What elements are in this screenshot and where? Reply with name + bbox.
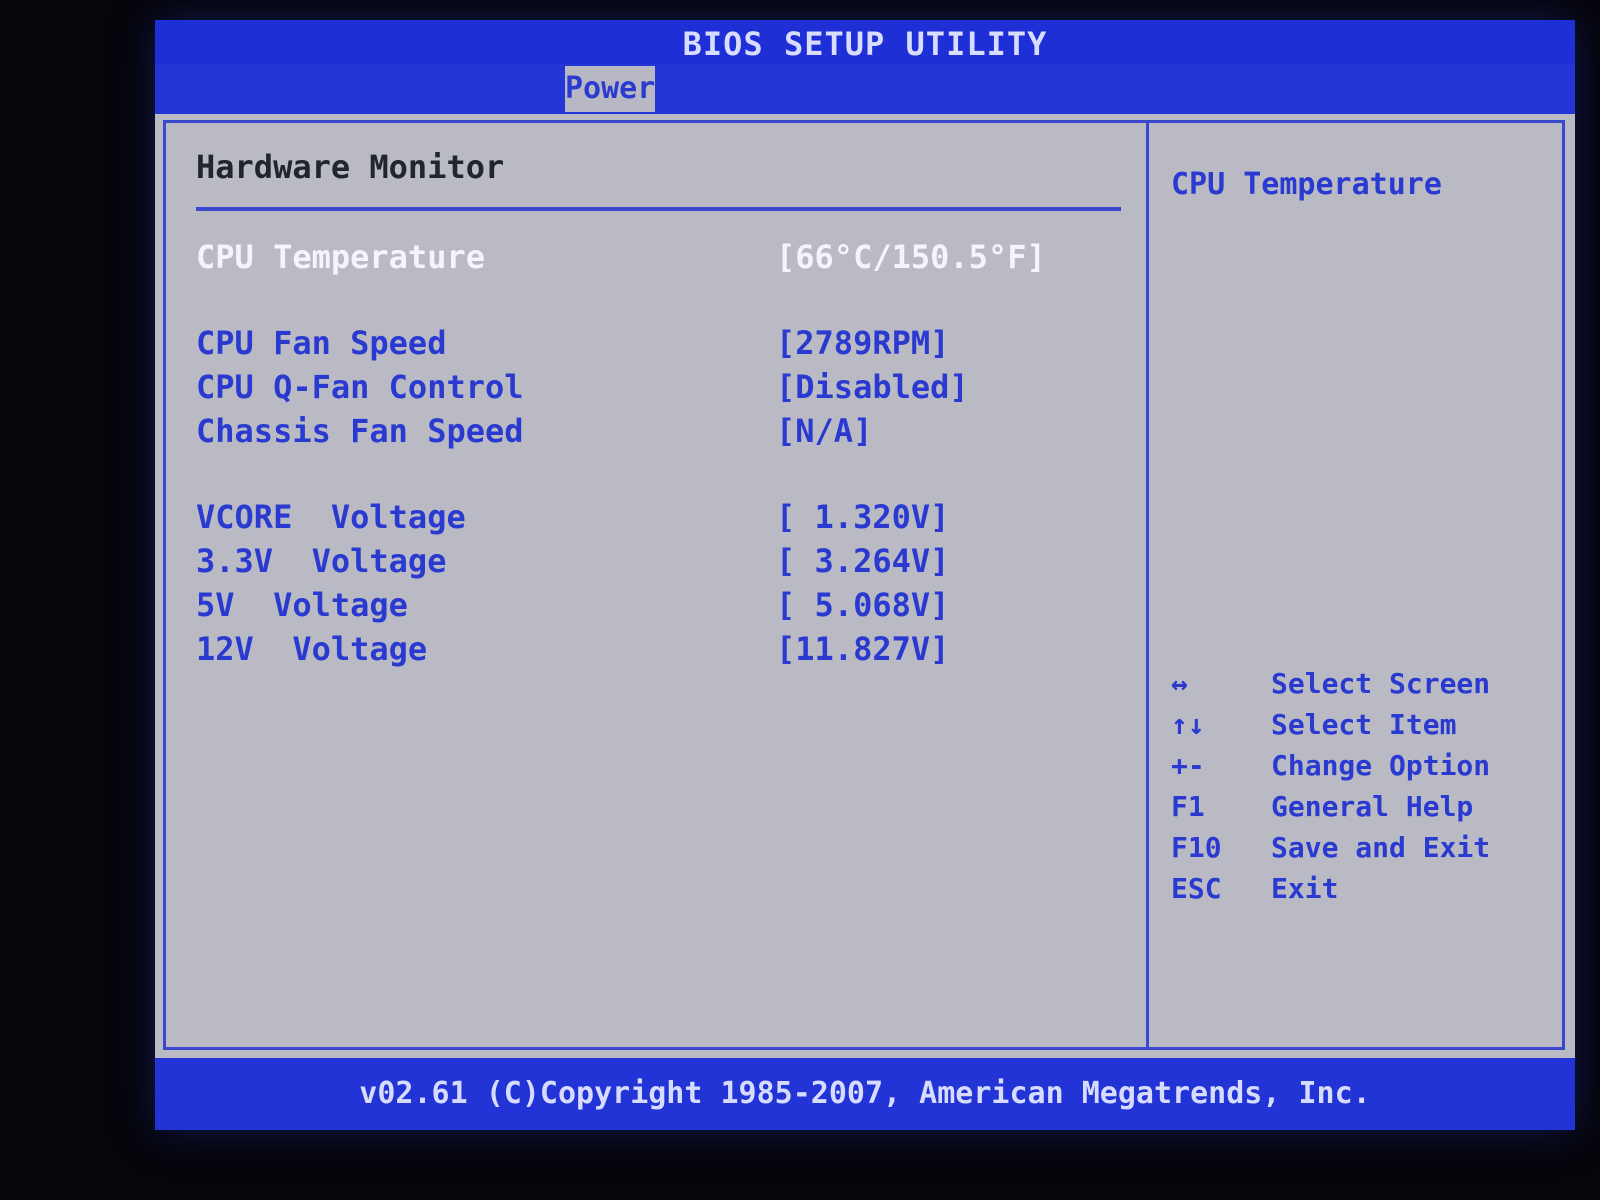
- key-label: F1: [1171, 790, 1205, 823]
- key-desc: General Help: [1271, 790, 1474, 823]
- item-value[interactable]: [Disabled]: [776, 365, 969, 409]
- item-12v-voltage[interactable]: 12V Voltage [11.827V]: [196, 627, 1126, 671]
- item-cpu-qfan-control[interactable]: CPU Q-Fan Control [Disabled]: [196, 365, 1126, 409]
- key-desc: Change Option: [1271, 749, 1491, 782]
- key-desc: Select Item: [1271, 708, 1457, 741]
- section-title: Hardware Monitor: [196, 148, 505, 186]
- main-frame: Hardware Monitor CPU Temperature [66°C/1…: [163, 120, 1565, 1050]
- up-down-arrows-icon: ↑↓: [1171, 708, 1205, 741]
- item-value: [ 5.068V]: [776, 586, 950, 624]
- settings-panel: Hardware Monitor CPU Temperature [66°C/1…: [196, 143, 1126, 1023]
- key-desc: Save and Exit: [1271, 831, 1491, 864]
- tab-power[interactable]: Power: [565, 66, 655, 112]
- item-label: CPU Fan Speed: [196, 324, 447, 362]
- key-row-exit: ESC Exit: [1171, 868, 1551, 909]
- key-row-change-option: +- Change Option: [1171, 745, 1551, 786]
- item-label: 3.3V Voltage: [196, 542, 447, 580]
- window-title: BIOS SETUP UTILITY: [155, 20, 1575, 64]
- item-value: [ 3.264V]: [776, 542, 950, 580]
- item-label: 12V Voltage: [196, 630, 428, 668]
- item-chassis-fan-speed[interactable]: Chassis Fan Speed [N/A]: [196, 409, 1126, 453]
- item-label: Chassis Fan Speed: [196, 412, 524, 450]
- item-label: 5V Voltage: [196, 586, 408, 624]
- key-legend: ↔ Select Screen ↑↓ Select Item +- Change…: [1171, 663, 1551, 909]
- item-value: [66°C/150.5°F]: [776, 238, 1046, 276]
- item-5v-voltage[interactable]: 5V Voltage [ 5.068V]: [196, 583, 1126, 627]
- item-value: [2789RPM]: [776, 324, 950, 362]
- plus-minus-icon: +-: [1171, 749, 1205, 782]
- item-value: [11.827V]: [776, 630, 950, 668]
- section-rule: [196, 207, 1121, 211]
- key-desc: Select Screen: [1271, 667, 1491, 700]
- key-row-select-screen: ↔ Select Screen: [1171, 663, 1551, 704]
- item-label: CPU Temperature: [196, 238, 485, 276]
- item-3v3-voltage[interactable]: 3.3V Voltage [ 3.264V]: [196, 539, 1126, 583]
- key-desc: Exit: [1271, 872, 1339, 905]
- item-label: VCORE Voltage: [196, 498, 466, 536]
- key-label: ESC: [1171, 872, 1222, 905]
- item-value: [N/A]: [776, 412, 873, 450]
- key-row-select-item: ↑↓ Select Item: [1171, 704, 1551, 745]
- item-vcore-voltage[interactable]: VCORE Voltage [ 1.320V]: [196, 495, 1126, 539]
- item-value: [ 1.320V]: [776, 498, 950, 536]
- item-cpu-temperature[interactable]: CPU Temperature [66°C/150.5°F]: [196, 235, 1126, 279]
- help-panel: CPU Temperature ↔ Select Screen ↑↓ Selec…: [1171, 143, 1551, 1023]
- left-right-arrows-icon: ↔: [1171, 667, 1188, 700]
- tab-bar: Power: [155, 64, 1575, 114]
- key-label: F10: [1171, 831, 1222, 864]
- bios-screen: BIOS SETUP UTILITY Power Hardware Monito…: [155, 20, 1575, 1130]
- key-row-general-help: F1 General Help: [1171, 786, 1551, 827]
- key-row-save-exit: F10 Save and Exit: [1171, 827, 1551, 868]
- item-label: CPU Q-Fan Control: [196, 368, 524, 406]
- item-cpu-fan-speed[interactable]: CPU Fan Speed [2789RPM]: [196, 321, 1126, 365]
- panel-divider: [1146, 123, 1149, 1047]
- help-title: CPU Temperature: [1171, 167, 1442, 202]
- copyright-footer: v02.61 (C)Copyright 1985-2007, American …: [155, 1058, 1575, 1130]
